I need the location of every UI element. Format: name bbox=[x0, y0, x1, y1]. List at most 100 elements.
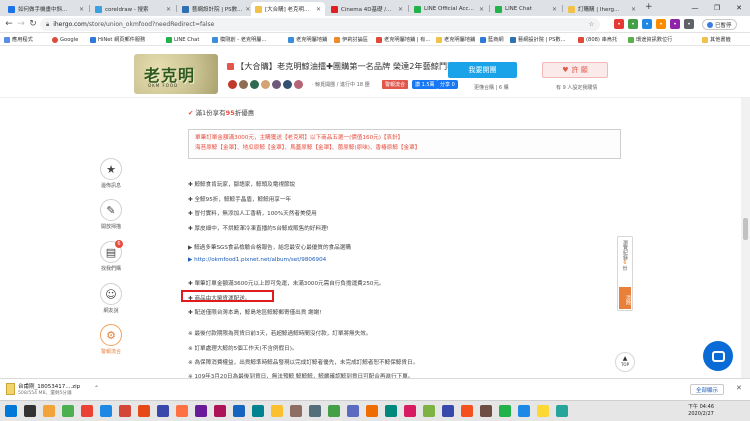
tab-close-icon[interactable]: ✕ bbox=[316, 6, 321, 13]
extension-icon[interactable]: • bbox=[642, 19, 652, 29]
avatar[interactable] bbox=[261, 80, 270, 89]
taskbar-app-icon[interactable] bbox=[385, 405, 397, 417]
taskbar-app-icon[interactable] bbox=[423, 405, 435, 417]
warning-badge[interactable]: 警報流合 bbox=[382, 80, 409, 89]
close-window-button[interactable]: ✕ bbox=[728, 0, 750, 16]
taskbar-app-icon[interactable] bbox=[309, 405, 321, 417]
tab-5[interactable]: Cinema 4D基礎 /... ✕ bbox=[327, 2, 407, 16]
extension-icon[interactable]: • bbox=[614, 19, 624, 29]
taskbar-app-icon[interactable] bbox=[404, 405, 416, 417]
tab-close-icon[interactable]: ✕ bbox=[245, 6, 250, 13]
chat-float-button[interactable] bbox=[703, 341, 733, 371]
bookmark-item[interactable]: LINE Chat bbox=[166, 35, 199, 44]
taskbar-app-icon[interactable] bbox=[62, 405, 74, 417]
taskbar-app-icon[interactable] bbox=[119, 405, 131, 417]
taskbar-app-icon[interactable] bbox=[252, 405, 264, 417]
system-clock[interactable]: 下午 04:46 2020/2/27 bbox=[688, 404, 714, 418]
sidebar-item-reviews[interactable]: ☺ 網友說 bbox=[96, 283, 126, 314]
bookmark-item[interactable]: 環途資訊數位行 bbox=[628, 35, 672, 44]
start-group-buy-button[interactable]: 我要開團 bbox=[448, 62, 517, 78]
clear-history-button[interactable]: 清除 bbox=[619, 287, 631, 309]
minimize-button[interactable]: — bbox=[684, 0, 706, 16]
taskbar-app-icon[interactable] bbox=[157, 405, 169, 417]
bookmark-item[interactable]: 模剛創 - 老克明屬... bbox=[212, 35, 266, 44]
tab-3[interactable]: 藝網設計院 | PS數... ✕ bbox=[178, 2, 250, 16]
facebook-share-button[interactable]: 分享 0 bbox=[437, 80, 458, 89]
taskbar-app-icon[interactable] bbox=[195, 405, 207, 417]
tab-2[interactable]: coreldraw - 搜索 ✕ bbox=[91, 2, 175, 16]
bookmark-item[interactable]: 老克明屬地鋪 bbox=[436, 35, 475, 44]
back-icon[interactable]: ← bbox=[3, 18, 15, 30]
taskbar-app-icon[interactable] bbox=[24, 405, 36, 417]
taskbar-app-icon[interactable] bbox=[499, 405, 511, 417]
bookmark-item[interactable]: HiNet 網頁郵件服務 bbox=[90, 35, 145, 44]
extension-icon[interactable]: • bbox=[628, 19, 638, 29]
chevron-up-icon[interactable]: ⌃ bbox=[94, 385, 99, 392]
taskbar-app-icon[interactable] bbox=[518, 405, 530, 417]
tab-close-icon[interactable]: ✕ bbox=[552, 6, 557, 13]
tab-close-icon[interactable]: ✕ bbox=[631, 6, 636, 13]
bookmark-other-folder[interactable]: 其他書籤 bbox=[702, 35, 731, 44]
bookmark-star-icon[interactable]: ☆ bbox=[589, 21, 594, 28]
page-scrollbar[interactable] bbox=[741, 98, 750, 378]
tab-8[interactable]: 訂購購 | Iherg... ✕ bbox=[564, 2, 640, 16]
bookmark-item[interactable]: 老克明屬地鋪 | 有... bbox=[376, 35, 430, 44]
address-bar[interactable]: 🔒︎ ihergo.com/store/union_okmfood?needRe… bbox=[40, 18, 600, 31]
browse-history-widget[interactable]: 瀏覽紀錄 6 份 清除 bbox=[617, 236, 633, 311]
taskbar-app-icon[interactable] bbox=[43, 405, 55, 417]
taskbar-app-icon[interactable] bbox=[138, 405, 150, 417]
back-to-top-button[interactable]: ▲ TOP bbox=[615, 352, 635, 372]
avatar[interactable] bbox=[294, 80, 303, 89]
taskbar-app-icon[interactable] bbox=[176, 405, 188, 417]
tab-close-icon[interactable]: ✕ bbox=[79, 6, 84, 13]
sidebar-item-store-info[interactable]: ★ 邊佈訊息 bbox=[96, 158, 126, 189]
wish-button[interactable]: ♥ 許 願 bbox=[542, 62, 608, 78]
sidebar-item-group-buy[interactable]: ▤ 6 找我們購 bbox=[96, 240, 126, 272]
tab-6[interactable]: LINE Official Acc... ✕ bbox=[410, 2, 488, 16]
bookmark-item[interactable]: Google bbox=[52, 35, 78, 44]
taskbar-app-icon[interactable] bbox=[366, 405, 378, 417]
windows-start-icon[interactable] bbox=[5, 405, 17, 417]
sidebar-item-warning[interactable]: ⚙ 警報流合 bbox=[96, 324, 126, 355]
tab-7[interactable]: LINE Chat ✕ bbox=[491, 2, 561, 16]
avatar[interactable] bbox=[228, 80, 237, 89]
album-link[interactable]: ▶ http://okmfood1.pixnet.net/album/set/9… bbox=[188, 257, 326, 263]
profile-paused-button[interactable]: 已暫停 bbox=[702, 19, 737, 30]
taskbar-app-icon[interactable] bbox=[537, 405, 549, 417]
scrollbar-thumb[interactable] bbox=[743, 218, 748, 240]
store-logo[interactable]: 老克明 OKM FOOD bbox=[134, 54, 218, 94]
taskbar-app-icon[interactable] bbox=[100, 405, 112, 417]
tab-close-icon[interactable]: ✕ bbox=[479, 6, 484, 13]
bookmark-item[interactable]: (808) 串烏托 bbox=[578, 35, 617, 44]
taskbar-app-icon[interactable] bbox=[480, 405, 492, 417]
avatar[interactable] bbox=[250, 80, 259, 89]
close-download-bar-icon[interactable]: ✕ bbox=[736, 384, 742, 392]
taskbar-app-icon[interactable] bbox=[347, 405, 359, 417]
bookmark-item[interactable]: 伊莉討論區 bbox=[334, 35, 368, 44]
tab-close-icon[interactable]: ✕ bbox=[398, 6, 403, 13]
extension-icon[interactable]: • bbox=[670, 19, 680, 29]
download-item[interactable]: 台甫刚_18053417....zip 508/554 MB，還剩5分鐘 bbox=[6, 382, 80, 396]
facebook-like-button[interactable]: 讚 1.5萬 bbox=[412, 80, 438, 89]
taskbar-app-icon[interactable] bbox=[214, 405, 226, 417]
bookmark-apps[interactable]: 應用程式 bbox=[4, 35, 33, 44]
taskbar-app-icon[interactable] bbox=[233, 405, 245, 417]
taskbar-app-icon[interactable] bbox=[442, 405, 454, 417]
sidebar-item-open-scan[interactable]: ✎ 開放掃描 bbox=[96, 199, 126, 230]
maximize-button[interactable]: ❐ bbox=[706, 0, 728, 16]
taskbar-app-icon[interactable] bbox=[328, 405, 340, 417]
taskbar-app-icon[interactable] bbox=[556, 405, 568, 417]
tab-close-icon[interactable]: ✕ bbox=[166, 6, 171, 13]
taskbar-app-icon[interactable] bbox=[271, 405, 283, 417]
bookmark-item[interactable]: 老克明屬地鋪 bbox=[288, 35, 327, 44]
bookmark-item[interactable]: 藝網設計院 | PS數... bbox=[510, 35, 566, 44]
avatar[interactable] bbox=[283, 80, 292, 89]
show-all-downloads-button[interactable]: 全部顯示 bbox=[690, 384, 725, 395]
avatar[interactable] bbox=[239, 80, 248, 89]
avatar[interactable] bbox=[272, 80, 281, 89]
forward-icon[interactable]: → bbox=[15, 18, 27, 30]
tab-4-active[interactable]: [大合購] 老克明... ✕ bbox=[251, 2, 325, 16]
taskbar-app-icon[interactable] bbox=[81, 405, 93, 417]
extension-icon[interactable]: • bbox=[656, 19, 666, 29]
extension-icon[interactable]: • bbox=[684, 19, 694, 29]
